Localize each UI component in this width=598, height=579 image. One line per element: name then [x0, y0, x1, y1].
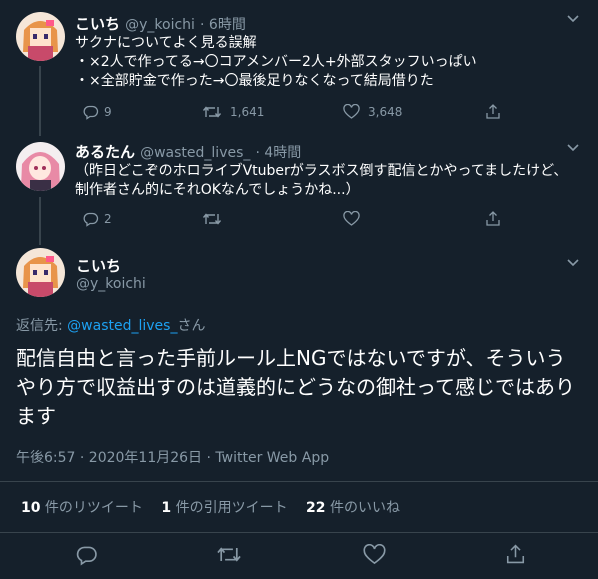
reply-to: 返信先: @wasted_lives_さん: [16, 315, 205, 335]
main-tweet-text: 配信自由と言った手前ルール上NGではないですが、そういうやり方で収益出すのは道義…: [16, 346, 575, 428]
retweet-count: 1,641: [230, 105, 265, 119]
author-handle[interactable]: @wasted_lives_: [140, 145, 250, 161]
tweet-time[interactable]: · 6時間: [200, 17, 246, 33]
avatar[interactable]: [16, 248, 65, 297]
like-icon[interactable]: [343, 211, 360, 227]
reply-to-handle-link[interactable]: @wasted_lives_: [67, 318, 177, 334]
tweet-time[interactable]: · 4時間: [256, 145, 302, 161]
retweet-stat-label: 件のリツイート: [40, 500, 143, 516]
quote-stat-label: 件の引用ツイート: [171, 500, 288, 516]
retweet-stat[interactable]: 10 件のリツイート: [21, 500, 147, 516]
retweet-icon[interactable]: [216, 544, 242, 565]
reply-icon[interactable]: [83, 104, 99, 120]
reply-icon[interactable]: [83, 211, 99, 227]
tweet-text: サクナについてよく見る誤解 ・×2人で作ってる→〇コアメンバー2人+外部スタッフ…: [75, 35, 477, 89]
quote-stat[interactable]: 1 件の引用ツイート: [161, 500, 292, 516]
chevron-down-icon[interactable]: [566, 143, 580, 153]
share-icon[interactable]: [485, 210, 501, 227]
share-icon[interactable]: [485, 103, 501, 120]
author-handle[interactable]: @y_koichi: [76, 276, 146, 292]
chevron-down-icon[interactable]: [566, 258, 580, 268]
author-name[interactable]: こいち: [76, 255, 121, 276]
reply-to-prefix: 返信先:: [16, 318, 68, 334]
retweet-icon[interactable]: [202, 211, 222, 227]
reply-count: 9: [104, 105, 112, 119]
like-icon[interactable]: [363, 544, 386, 566]
like-count: 3,648: [368, 105, 403, 119]
share-icon[interactable]: [505, 543, 526, 565]
reply-to-suffix: さん: [177, 318, 206, 334]
author-handle[interactable]: @y_koichi: [125, 17, 195, 33]
retweet-stat-count: 10: [21, 500, 41, 516]
avatar[interactable]: [16, 142, 65, 191]
avatar[interactable]: [16, 12, 65, 61]
author-name[interactable]: あるたん: [75, 143, 135, 161]
chevron-down-icon[interactable]: [566, 14, 580, 24]
tweet-timestamp[interactable]: 午後6:57 · 2020年11月26日 · Twitter Web App: [16, 447, 329, 467]
reply-count: 2: [104, 212, 112, 226]
like-stat-label: 件のいいね: [325, 500, 400, 516]
like-icon[interactable]: [343, 104, 360, 120]
thread-line: [39, 66, 41, 136]
retweet-icon[interactable]: [202, 104, 222, 120]
divider: [0, 481, 598, 482]
like-stat[interactable]: 22 件のいいね: [306, 500, 400, 516]
author-name[interactable]: こいち: [75, 15, 120, 33]
like-stat-count: 22: [306, 500, 326, 516]
thread-line: [39, 197, 41, 245]
divider: [0, 532, 598, 533]
tweet-text: （昨日どこぞのホロライブVtuberがラスボス倒す配信とかやってましたけど、制作…: [75, 163, 568, 198]
reply-icon[interactable]: [76, 544, 98, 566]
engagement-stats: 10 件のリツイート 1 件の引用ツイート 22 件のいいね: [21, 497, 400, 517]
quote-stat-count: 1: [161, 500, 172, 516]
